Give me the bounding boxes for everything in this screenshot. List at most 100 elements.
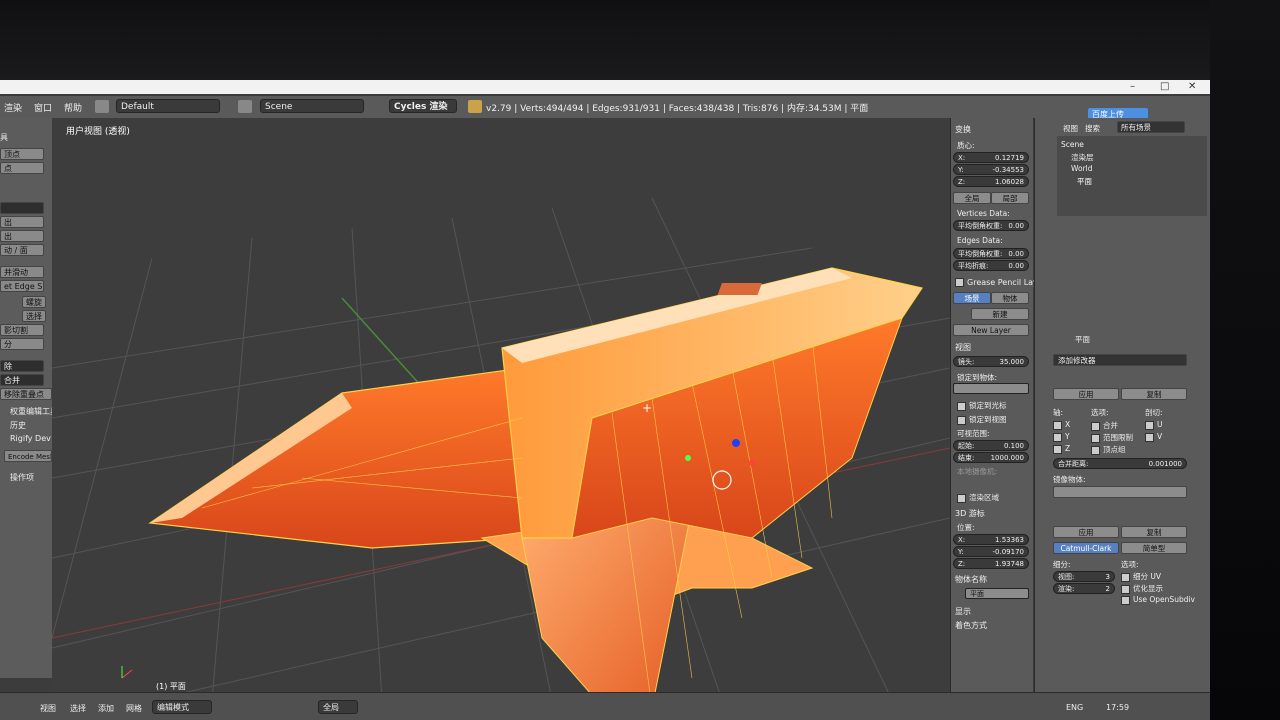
local-button[interactable]: 局部 [991, 192, 1029, 204]
menu-help[interactable]: 帮助 [64, 101, 82, 114]
subdiv-uv-option[interactable]: 细分 UV [1121, 571, 1161, 582]
tool-spin-button[interactable]: 螺旋 [22, 296, 46, 308]
tools-tab[interactable]: 具 [0, 132, 8, 143]
gp-object-button[interactable]: 物体 [991, 292, 1029, 304]
tool-vertex-button[interactable]: 顶点 [0, 148, 44, 160]
vertex-bevel-weight-field[interactable]: 平均倒角权重: 0.00 [953, 220, 1029, 231]
render-levels-field[interactable]: 渲染: 2 [1053, 583, 1115, 594]
close-button[interactable]: ✕ [1188, 81, 1196, 92]
minimize-button[interactable]: – [1130, 81, 1135, 92]
anvil-mesh[interactable] [148, 267, 923, 700]
tool-merge-button[interactable]: 合并 [0, 374, 44, 386]
operator-header[interactable]: 操作项 [10, 472, 34, 483]
clipping-option[interactable]: 范围限制 [1091, 432, 1133, 443]
outliner-item-scene[interactable]: Scene [1061, 140, 1084, 149]
mirror-object-field[interactable] [1053, 486, 1187, 498]
global-button[interactable]: 全局 [953, 192, 991, 204]
outliner-item-plane[interactable]: 平面 [1077, 176, 1092, 187]
render-engine-select[interactable]: Cycles 渲染 [389, 99, 457, 113]
merge-limit-field[interactable]: 合并距离: 0.001000 [1053, 458, 1187, 469]
catmull-clark-button[interactable]: Catmull-Clark [1053, 542, 1119, 554]
mirror-copy-button[interactable]: 复制 [1121, 388, 1187, 400]
menu-mesh[interactable]: 网格 [126, 703, 142, 714]
axis-y-option[interactable]: Y [1053, 432, 1070, 442]
outliner-item-renderlayers[interactable]: 渲染层 [1071, 152, 1094, 163]
tool-point-button[interactable]: 点 [0, 162, 44, 174]
gp-scene-button[interactable]: 场景 [953, 292, 991, 304]
grease-pencil-checkbox[interactable] [955, 278, 964, 287]
cursor-x-field[interactable]: X: 1.53363 [953, 534, 1029, 545]
tool-delete-button[interactable]: 除 [0, 360, 44, 372]
scene-icon[interactable] [238, 100, 252, 113]
outliner-view-menu[interactable]: 视图 [1063, 123, 1078, 134]
screen-layout-icon[interactable] [95, 100, 109, 113]
tool-knife-button[interactable]: 影切割 [0, 324, 44, 336]
3d-cursor-header[interactable]: 3D 游标 [955, 508, 985, 519]
new-layer-button[interactable]: New Layer [953, 324, 1029, 336]
input-language-indicator[interactable]: ENG [1066, 703, 1083, 712]
median-y-field[interactable]: Y: -0.34553 [953, 164, 1029, 175]
lock-camera-option[interactable]: 锁定到视图 [957, 414, 1007, 425]
history-header[interactable]: 历史 [10, 420, 26, 431]
menu-add[interactable]: 添加 [98, 703, 114, 714]
layout-select[interactable]: Default [116, 99, 220, 113]
tool-split-button[interactable]: 分 [0, 338, 44, 350]
transform-header[interactable]: 变换 [955, 124, 971, 135]
maximize-button[interactable]: □ [1160, 81, 1169, 92]
manipulator-x-icon[interactable] [749, 460, 755, 466]
subsurf-copy-button[interactable]: 复制 [1121, 526, 1187, 538]
tool-remove-doubles-button[interactable]: 移除重叠点 [0, 388, 52, 400]
mode-select[interactable]: 编辑模式 [152, 700, 212, 714]
vertex-groups-option[interactable]: 顶点组 [1091, 444, 1126, 455]
lock-object-field[interactable] [953, 383, 1029, 394]
tool-dropdown[interactable] [0, 202, 44, 214]
lens-field[interactable]: 镜头: 35.000 [953, 356, 1029, 367]
gp-new-button[interactable]: 新建 [971, 308, 1029, 320]
lock-cursor-option[interactable]: 锁定到光标 [957, 400, 1007, 411]
tool-move-face-button[interactable]: 动 / 面 [0, 244, 44, 256]
edge-bevel-weight-field[interactable]: 平均倒角权重: 0.00 [953, 248, 1029, 259]
view-header[interactable]: 视图 [955, 342, 971, 353]
tool-slide-button[interactable]: 并滑动 [0, 266, 44, 278]
shading-header[interactable]: 着色方式 [955, 620, 987, 631]
axis-z-option[interactable]: Z [1053, 444, 1070, 454]
item-name-header[interactable]: 物体名称 [955, 574, 987, 585]
manipulator-y-icon[interactable] [685, 455, 691, 461]
scene-select[interactable]: Scene [260, 99, 364, 113]
cursor-y-field[interactable]: Y: -0.09170 [953, 546, 1029, 557]
outliner-display-select[interactable]: 所有场景 [1117, 121, 1185, 133]
view-levels-field[interactable]: 视图: 3 [1053, 571, 1115, 582]
tool-extrude2-button[interactable]: 出 [0, 230, 44, 242]
manipulator-z-icon[interactable] [732, 439, 740, 447]
tool-extrude-button[interactable]: 出 [0, 216, 44, 228]
outliner-item-world[interactable]: World [1071, 164, 1093, 173]
bisect-u-option[interactable]: U [1145, 420, 1163, 430]
menu-render[interactable]: 渲染 [4, 101, 22, 114]
tool-select-button[interactable]: 选择 [22, 310, 46, 322]
outliner-search-menu[interactable]: 搜索 [1085, 123, 1100, 134]
render-border-option[interactable]: 渲染区域 [957, 492, 999, 503]
merge-option[interactable]: 合并 [1091, 420, 1118, 431]
optimal-display-option[interactable]: 优化显示 [1121, 583, 1163, 594]
axis-x-option[interactable]: X [1053, 420, 1070, 430]
clip-start-field[interactable]: 起始: 0.100 [953, 440, 1029, 451]
simple-button[interactable]: 简单型 [1121, 542, 1187, 554]
weight-tools-header[interactable]: 权重编辑工具 [10, 406, 58, 417]
cursor-z-field[interactable]: Z: 1.93748 [953, 558, 1029, 569]
edge-crease-field[interactable]: 平均折痕: 0.00 [953, 260, 1029, 271]
transform-orientation-select[interactable]: 全局 [318, 700, 358, 714]
tool-edge-slide-button[interactable]: et Edge Slide [0, 280, 44, 292]
3d-viewport[interactable]: + 用户视图 (透视) (1) 平面 [52, 118, 950, 700]
item-name-field[interactable]: 平面 [965, 588, 1029, 599]
display-header[interactable]: 显示 [955, 606, 971, 617]
menu-view[interactable]: 视图 [40, 703, 56, 714]
median-x-field[interactable]: X: 0.12719 [953, 152, 1029, 163]
subsurf-apply-button[interactable]: 应用 [1053, 526, 1119, 538]
menu-window[interactable]: 窗口 [34, 101, 52, 114]
bisect-v-option[interactable]: V [1145, 432, 1162, 442]
encode-mesh-button[interactable]: Encode Mesh Wi... [4, 450, 52, 462]
menu-select[interactable]: 选择 [70, 703, 86, 714]
mirror-apply-button[interactable]: 应用 [1053, 388, 1119, 400]
median-z-field[interactable]: Z: 1.06028 [953, 176, 1029, 187]
add-modifier-select[interactable]: 添加修改器 [1053, 354, 1187, 366]
